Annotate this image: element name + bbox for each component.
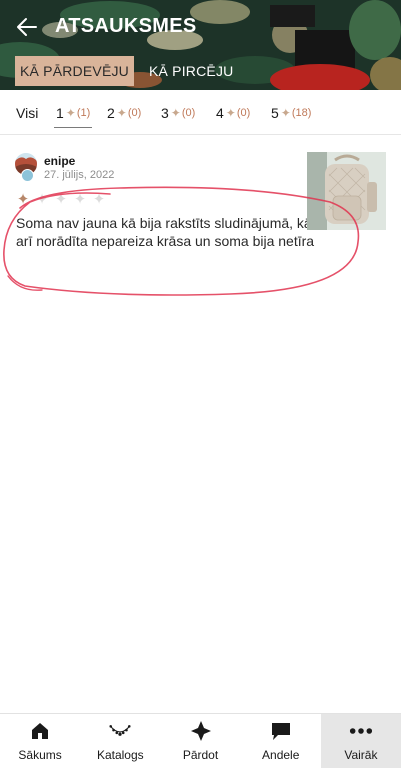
star-icon: ✦ — [280, 106, 291, 120]
nav-label: Vairāk — [344, 748, 378, 762]
tab-as-seller[interactable]: KĀ PĀRDEVĒJU — [15, 56, 134, 86]
nav-label: Andele — [262, 748, 300, 762]
filter-label: Visi — [16, 105, 39, 121]
back-button[interactable] — [12, 12, 42, 42]
tab-as-buyer[interactable]: KĀ PIRCĒJU — [149, 56, 233, 86]
star-icon: ✦ — [65, 106, 76, 120]
filter-1-star[interactable]: 1 ✦ (1) — [53, 104, 93, 128]
nav-label: Katalogs — [96, 748, 144, 762]
star-icon: ✦ — [170, 106, 181, 120]
nav-more[interactable]: Vairāk — [320, 714, 401, 768]
nav-catalog[interactable]: Katalogs — [80, 714, 160, 768]
nav-sell[interactable]: Pārdot — [160, 714, 240, 768]
star-icon: ✦ — [116, 106, 127, 120]
annotation-scribble — [3, 186, 360, 296]
filter-count: (18) — [291, 107, 312, 119]
filter-count: (0) — [236, 107, 251, 119]
sell-star-icon — [189, 720, 213, 742]
more-dots-icon — [349, 720, 373, 742]
filter-label: 1 — [56, 105, 64, 121]
filter-5-star[interactable]: 5 ✦ (18) — [271, 104, 311, 122]
filter-count: (0) — [181, 107, 196, 119]
nav-andele[interactable]: Andele — [241, 714, 321, 768]
star-icon: ✦ — [225, 106, 236, 120]
filter-count: (1) — [76, 107, 91, 119]
nav-home[interactable]: Sākums — [0, 714, 80, 768]
filter-all[interactable]: Visi — [16, 104, 38, 122]
page-title: ATSAUKSMES — [55, 15, 197, 37]
filter-3-star[interactable]: 3 ✦ (0) — [161, 104, 195, 122]
filter-4-star[interactable]: 4 ✦ (0) — [216, 104, 250, 122]
filter-label: 3 — [161, 105, 169, 121]
arrow-left-icon — [17, 18, 37, 36]
necklace-icon — [108, 720, 132, 742]
chat-bubble-icon — [269, 720, 293, 742]
rating-filter-bar: Visi 1 ✦ (1) 2 ✦ (0) 3 ✦ (0) 4 ✦ (0) 5 ✦… — [0, 90, 401, 135]
filter-label: 4 — [216, 105, 224, 121]
filter-label: 5 — [271, 105, 279, 121]
filter-label: 2 — [107, 105, 115, 121]
reviewer-name[interactable]: enipe — [44, 154, 75, 168]
bottom-navigation: Sākums Katalogs Pārdot Andele Vairāk — [0, 713, 401, 768]
filter-2-star[interactable]: 2 ✦ (0) — [107, 104, 141, 122]
header: ATSAUKSMES KĀ PĀRDEVĒJU KĀ PIRCĒJU — [0, 0, 401, 90]
nav-label: Pārdot — [182, 748, 219, 762]
filter-count: (0) — [127, 107, 142, 119]
nav-label: Sākums — [18, 748, 62, 762]
home-icon — [28, 720, 52, 742]
